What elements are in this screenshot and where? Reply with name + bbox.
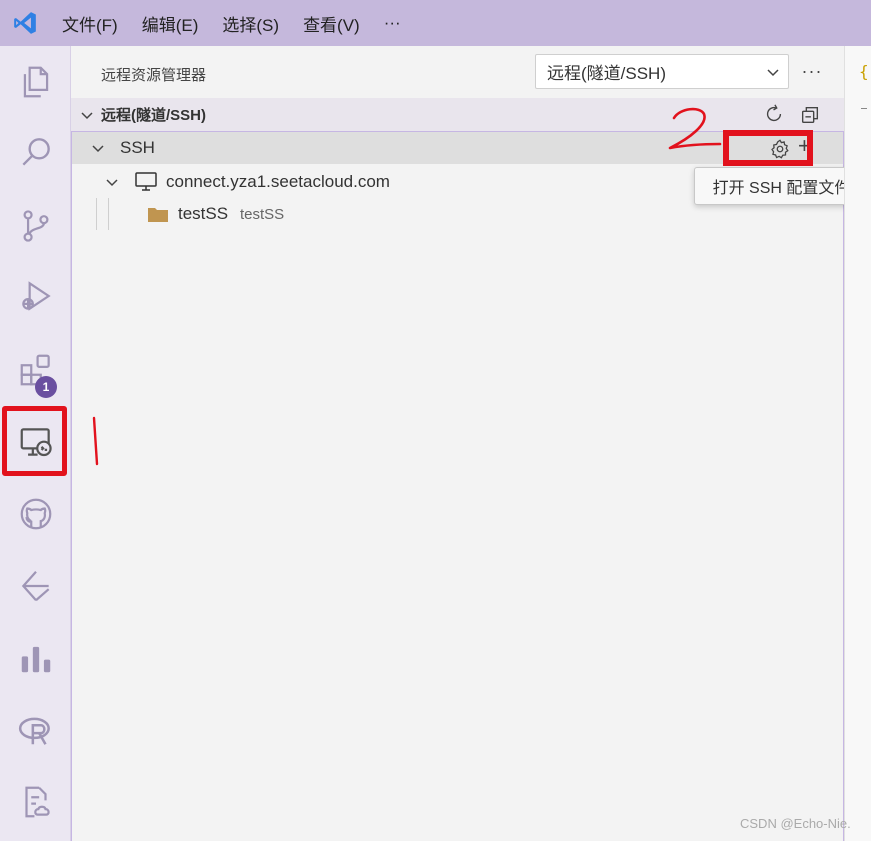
host-label: connect.yza1.seetacloud.com [166,172,390,191]
refresh-icon[interactable] [763,103,785,130]
chevron-down-icon [90,140,106,161]
indent-guide [108,198,109,230]
more-actions-button[interactable]: ··· [799,58,825,84]
chevron-down-icon [104,174,120,195]
cloud-file-icon[interactable] [0,772,71,832]
menu-edit[interactable]: 编辑(E) [130,0,211,46]
gear-highlight-box [723,130,813,166]
open-ssh-config-tooltip: 打开 SSH 配置文件 [694,167,869,205]
remote-explorer-sidebar: 远程资源管理器 远程(隧道/SSH) ··· 远程(隧道/SSH) SSH + … [71,46,844,841]
section-label: 远程(隧道/SSH) [101,107,207,124]
ssh-group-label: SSH [120,138,155,157]
sidebar-title: 远程资源管理器 [101,67,207,84]
editor-line [861,108,867,109]
search-icon[interactable] [0,122,71,182]
menu-more[interactable]: ··· [372,0,413,46]
remote-tree: SSH + connect.yza1.seetacloud.com testSS… [71,130,844,841]
editor-area: { [844,46,871,841]
github-icon[interactable] [0,484,71,544]
menu-view[interactable]: 查看(V) [291,0,372,46]
gitlens-icon[interactable] [0,556,71,616]
watermark: CSDN @Echo-Nie. [740,816,851,831]
extensions-badge: 1 [35,376,57,398]
menu-file[interactable]: 文件(F) [50,0,130,46]
collapse-all-icon[interactable] [799,104,821,131]
folder-label: testSS [178,204,229,223]
remote-type-dropdown[interactable]: 远程(隧道/SSH) [535,54,789,89]
extensions-icon[interactable]: 1 [0,340,71,400]
dropdown-value: 远程(隧道/SSH) [547,64,666,83]
tree-row-ssh-group[interactable]: SSH + [72,130,843,166]
annotation-mark-2 [668,107,722,150]
remote-explorer-highlight [2,406,67,476]
indent-guide [96,198,97,230]
folder-description: testSS [240,206,285,223]
chevron-down-icon [79,107,95,128]
menubar: 文件(F) 编辑(E) 选择(S) 查看(V) ··· [0,0,871,46]
source-control-icon[interactable] [0,196,71,256]
monitor-icon [134,171,158,198]
run-debug-icon[interactable] [0,266,71,326]
explorer-icon[interactable] [0,52,71,112]
menu-selection[interactable]: 选择(S) [210,0,291,46]
sidebar-header: 远程资源管理器 远程(隧道/SSH) ··· [71,46,844,98]
r-language-icon[interactable] [0,700,71,760]
folder-icon [148,207,168,227]
vscode-logo-icon [0,0,50,46]
chart-icon[interactable] [0,628,71,688]
json-brace-icon: { [859,62,869,81]
annotation-mark-1 [92,416,99,466]
activity-bar: 1 [0,46,71,841]
section-header-remote[interactable]: 远程(隧道/SSH) [71,98,844,131]
chevron-down-icon [758,64,788,80]
